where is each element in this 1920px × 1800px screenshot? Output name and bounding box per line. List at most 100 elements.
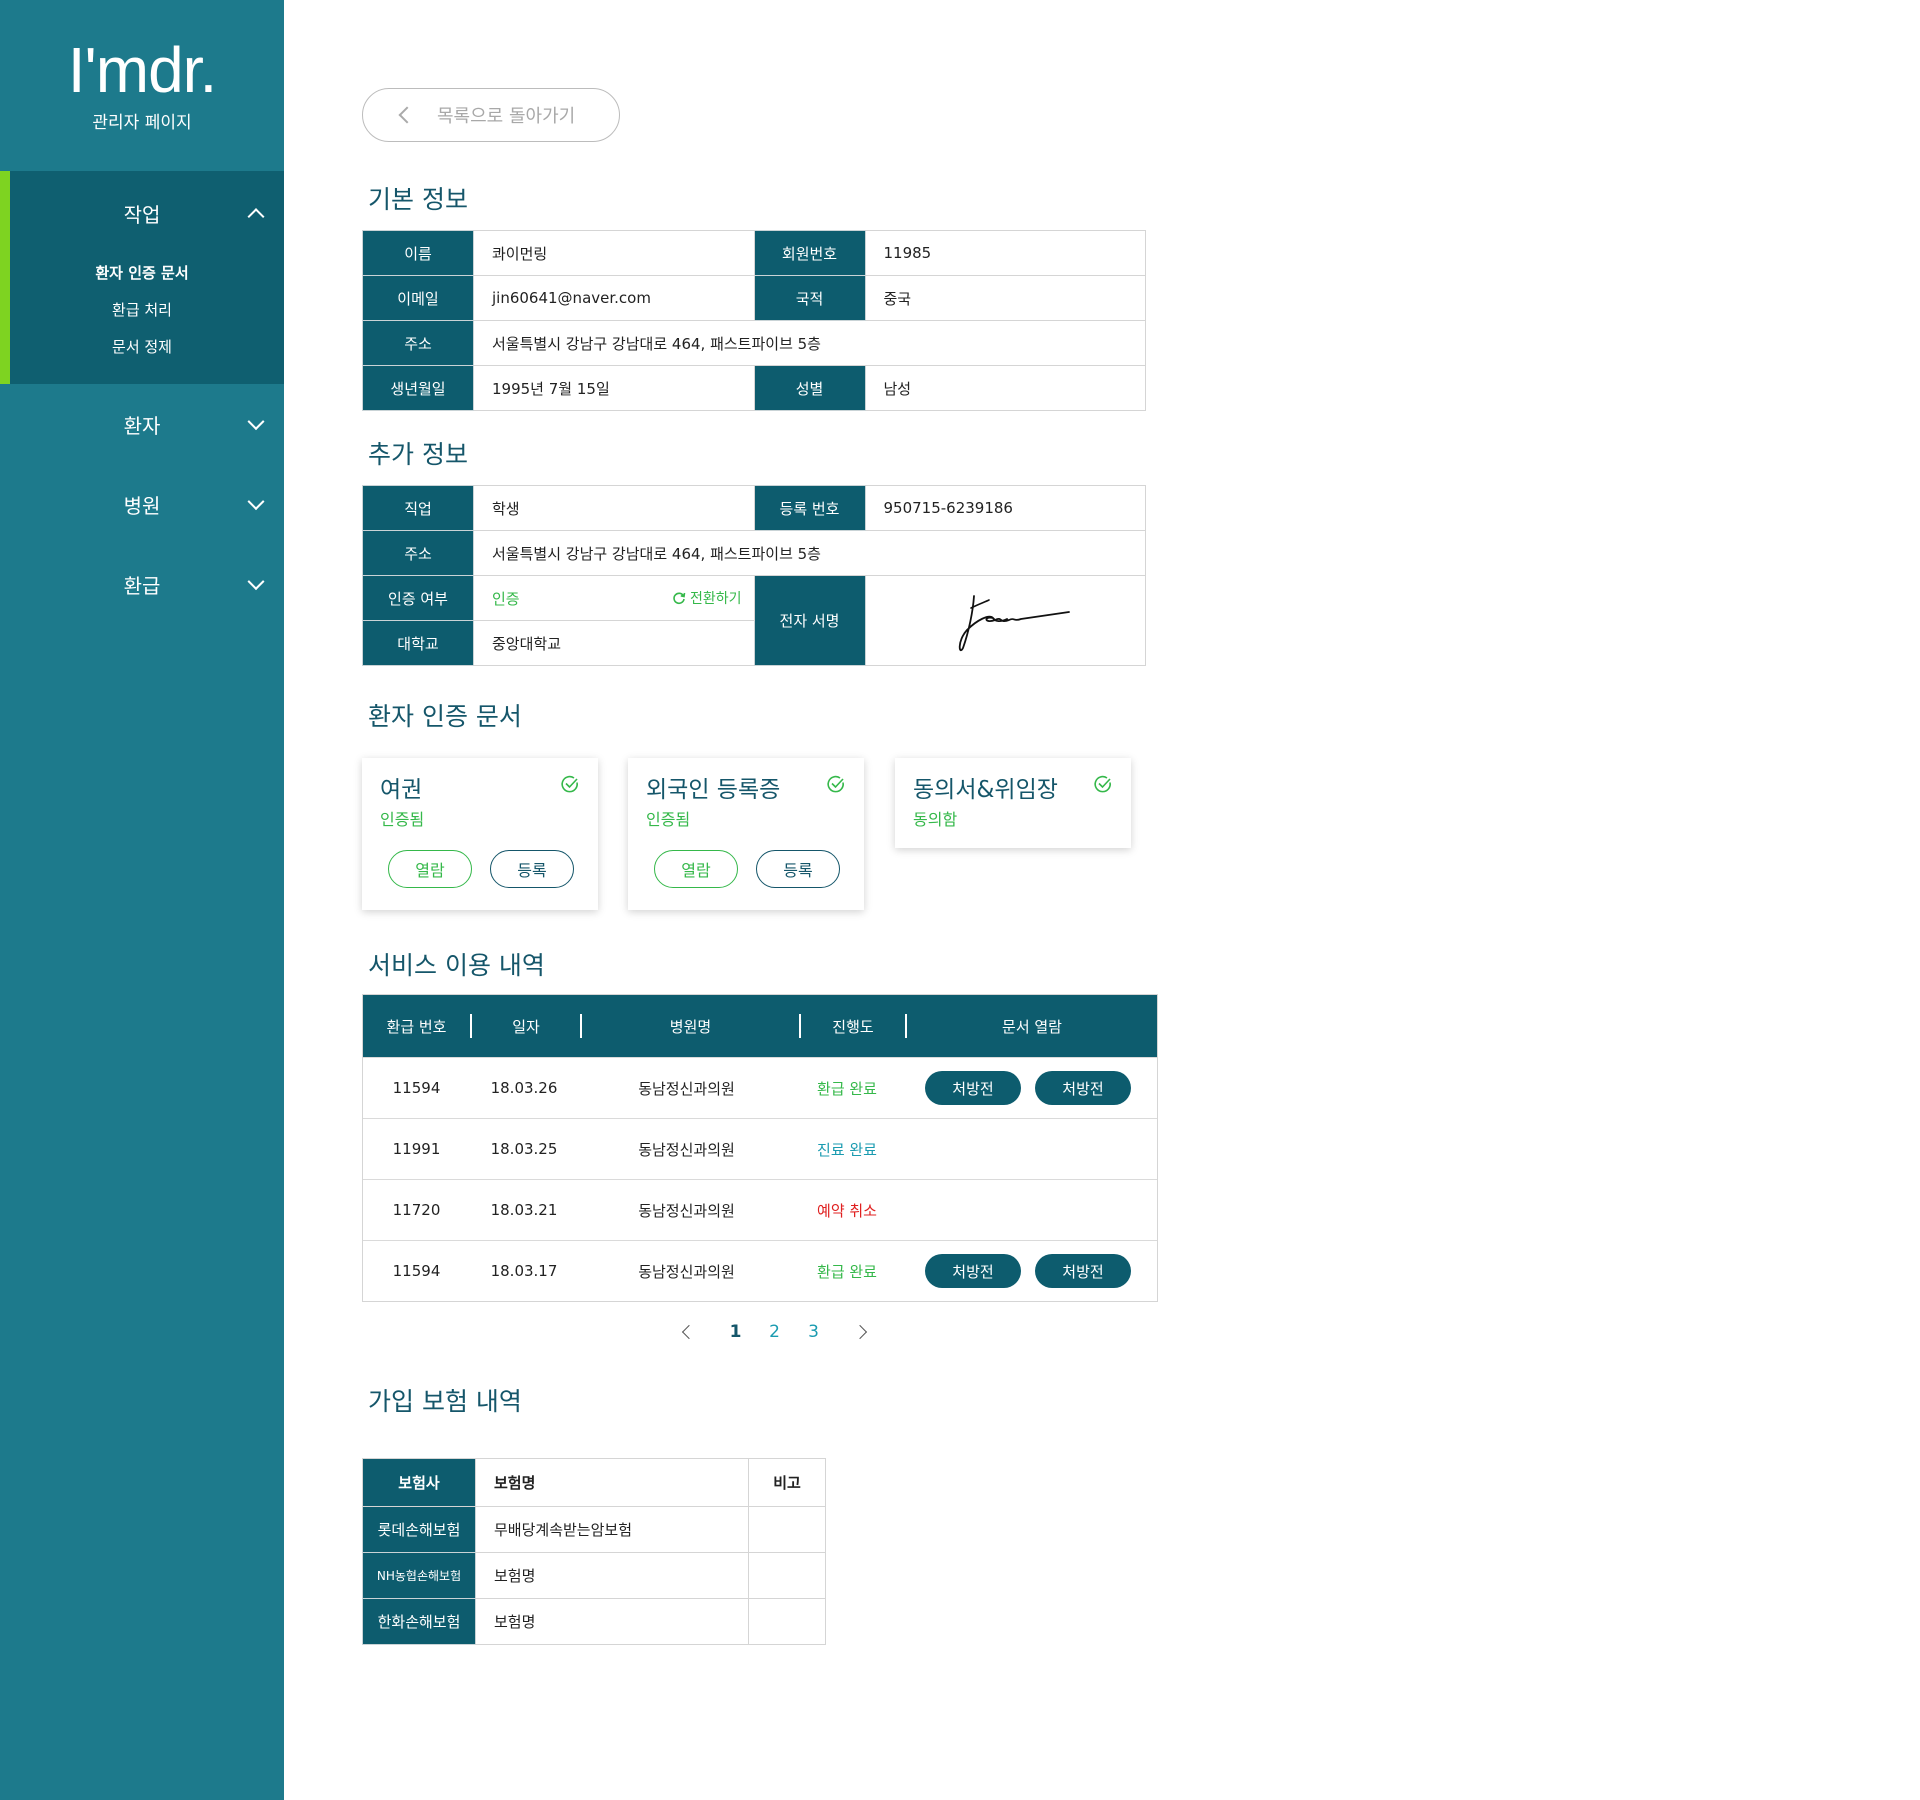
nav-head-patient[interactable]: 환자 <box>0 384 284 464</box>
nav-head-work[interactable]: 작업 <box>0 171 284 255</box>
label-signature: 전자 서명 <box>753 575 866 666</box>
section-title-insurance: 가입 보험 내역 <box>368 1387 522 1416</box>
brand: I'mdr. 관리자 페이지 <box>0 0 284 171</box>
table-row: 11594 18.03.17 동남정신과의원 환급 완료 처방전 처방전 <box>363 1240 1157 1301</box>
cell-date: 18.03.25 <box>490 1140 558 1158</box>
register-button[interactable]: 등록 <box>756 850 840 888</box>
cell-no: 11720 <box>392 1201 441 1219</box>
header-date: 일자 <box>472 995 580 1057</box>
pagination: 1 2 3 <box>662 1322 887 1342</box>
service-table-header: 환급 번호 일자 병원명 진행도 문서 열람 <box>363 995 1157 1057</box>
value-job: 학생 <box>473 485 755 531</box>
header-docs: 문서 열람 <box>907 995 1157 1057</box>
sidebar-item-refund[interactable]: 환급 처리 <box>0 292 284 329</box>
section-title-basic: 기본 정보 <box>368 185 468 214</box>
value-univ: 중앙대학교 <box>473 620 755 666</box>
header-text: 환급 번호 <box>386 1017 447 1036</box>
label-reg: 등록 번호 <box>753 485 866 531</box>
toggle-label: 전환하기 <box>689 590 742 607</box>
cell-hospital: 동남정신과의원 <box>638 1262 735 1281</box>
header-product: 보험명 <box>475 1458 749 1507</box>
table-row: 11720 18.03.21 동남정신과의원 예약 취소 <box>363 1179 1157 1240</box>
cell-docs: 처방전 처방전 <box>899 1058 1157 1118</box>
header-refund-no: 환급 번호 <box>363 995 470 1057</box>
signature-cell <box>864 575 1146 666</box>
cell-company: 한화손해보험 <box>362 1598 476 1645</box>
cell-product: 보험명 <box>475 1598 749 1645</box>
cell-status: 진료 완료 <box>817 1140 877 1159</box>
cell-note <box>748 1552 826 1599</box>
doc-card-consent: 동의서&위임장 동의함 <box>895 758 1131 848</box>
prev-page-icon[interactable] <box>681 1324 697 1340</box>
register-button[interactable]: 등록 <box>490 850 574 888</box>
view-button[interactable]: 열람 <box>388 850 472 888</box>
section-title-extra: 추가 정보 <box>368 440 468 469</box>
cell-status: 예약 취소 <box>817 1201 877 1220</box>
label-email: 이메일 <box>362 275 474 321</box>
check-circle-icon <box>561 775 578 793</box>
header-text: 일자 <box>512 1017 540 1036</box>
cell-hospital: 동남정신과의원 <box>638 1079 735 1098</box>
prescription-button[interactable]: 처방전 <box>1035 1071 1131 1105</box>
nav-head-hospital[interactable]: 병원 <box>0 464 284 544</box>
view-button[interactable]: 열람 <box>654 850 738 888</box>
prescription-button[interactable]: 처방전 <box>925 1071 1021 1105</box>
header-text: 문서 열람 <box>1002 1017 1062 1036</box>
sidebar-item-patient-docs[interactable]: 환자 인증 문서 <box>0 255 284 292</box>
cell-product: 보험명 <box>475 1552 749 1599</box>
label-verify: 인증 여부 <box>362 575 474 621</box>
cell-docs: 처방전 처방전 <box>899 1241 1157 1301</box>
card-status: 인증됨 <box>380 810 425 829</box>
value-verify: 인증 <box>492 589 520 608</box>
header-hospital: 병원명 <box>582 995 799 1057</box>
cell-no: 11594 <box>392 1262 441 1280</box>
value-country: 중국 <box>864 275 1146 321</box>
page-3[interactable]: 3 <box>794 1322 833 1342</box>
prescription-button[interactable]: 처방전 <box>925 1254 1021 1288</box>
header-note: 비고 <box>748 1458 826 1507</box>
label-job: 직업 <box>362 485 474 531</box>
value-email: jin60641@naver.com <box>473 275 755 321</box>
chevron-left-icon <box>398 106 416 124</box>
card-title: 여권 <box>380 777 423 803</box>
cell-docs <box>899 1180 1157 1240</box>
cell-docs <box>899 1119 1157 1179</box>
nav-group-work: 작업 환자 인증 문서 환급 처리 문서 정제 <box>0 171 284 384</box>
prescription-button[interactable]: 처방전 <box>1035 1254 1131 1288</box>
cell-note <box>748 1598 826 1645</box>
value-verify-cell: 인증 전환하기 <box>473 575 755 621</box>
cell-no: 11991 <box>392 1140 441 1158</box>
cell-status: 환급 완료 <box>817 1262 877 1281</box>
value-gender: 남성 <box>864 365 1146 411</box>
label-address: 주소 <box>362 320 474 366</box>
value-address: 서울특별시 강남구 강남대로 464, 패스트파이브 5층 <box>473 530 1146 576</box>
value-birth: 1995년 7월 15일 <box>473 365 755 411</box>
card-status: 인증됨 <box>646 810 691 829</box>
toggle-verify-button[interactable]: 전환하기 <box>672 588 742 608</box>
cell-date: 18.03.26 <box>490 1079 558 1097</box>
check-circle-icon <box>1094 775 1111 793</box>
sidebar-item-doc-refine[interactable]: 문서 정제 <box>0 329 284 366</box>
nav-group-hospital: 병원 <box>0 464 284 544</box>
value-address: 서울특별시 강남구 강남대로 464, 패스트파이브 5층 <box>473 320 1146 366</box>
cell-date: 18.03.21 <box>490 1201 558 1219</box>
label-address: 주소 <box>362 530 474 576</box>
doc-card-alien-registration: 외국인 등록증 인증됨 열람 등록 <box>628 758 864 910</box>
cell-date: 18.03.17 <box>490 1262 558 1280</box>
chevron-down-icon <box>247 413 265 431</box>
back-label: 목록으로 돌아가기 <box>437 106 576 127</box>
insurance-table: 보험사 보험명 비고 롯데손해보험 무배당계속받는암보험 NH농협손해보험 보험… <box>362 1458 826 1645</box>
header-company: 보험사 <box>362 1458 476 1507</box>
nav-label: 병원 <box>123 493 161 518</box>
cell-company: 롯데손해보험 <box>362 1506 476 1553</box>
page-2[interactable]: 2 <box>755 1322 794 1342</box>
section-title-service: 서비스 이용 내역 <box>368 951 545 980</box>
next-page-icon[interactable] <box>852 1324 868 1340</box>
doc-card-passport: 여권 인증됨 열람 등록 <box>362 758 598 910</box>
page-1[interactable]: 1 <box>716 1322 755 1342</box>
label-univ: 대학교 <box>362 620 474 666</box>
basic-info-table: 이름 콰이먼링 회원번호 11985 이메일 jin60641@naver.co… <box>362 230 1146 411</box>
nav-group-patient: 환자 <box>0 384 284 464</box>
nav-head-refund[interactable]: 환급 <box>0 544 284 624</box>
back-to-list-button[interactable]: 목록으로 돌아가기 <box>362 88 620 142</box>
